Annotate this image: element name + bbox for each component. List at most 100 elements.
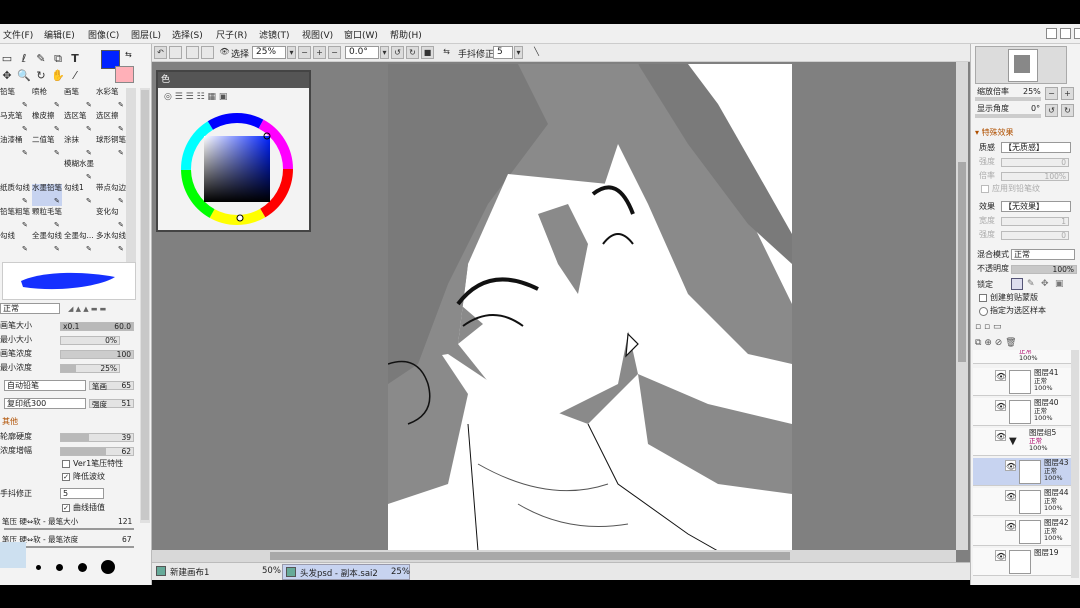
secondary-color-swatch[interactable] [115,66,134,83]
text-icon[interactable]: T [68,52,82,66]
drawing-canvas[interactable] [388,64,792,551]
color-mode-tabs[interactable]: ◎ ☰ ☰ ☷ ▦ ▣ [164,92,264,106]
ver1-checkbox[interactable] [62,460,70,468]
brush-slot[interactable]: 油漆桶 ✎ [0,136,30,158]
brush-slot[interactable]: 多水勾线 ✎ [96,232,126,254]
brush-slot[interactable]: 纸质勾线 ✎ [0,184,30,206]
merge-down-icon[interactable]: ⊕ [984,338,992,348]
clip-mask-checkbox[interactable] [979,294,987,302]
brush-slot[interactable]: 模糊水墨 ✎ [64,160,94,182]
zoom-out-button[interactable]: − [298,46,311,59]
close-button[interactable] [1074,28,1080,39]
eyedropper-icon[interactable]: ⁄ [68,69,82,83]
eye-icon[interactable]: 👁 [995,370,1006,381]
nav-rotate-right-button[interactable]: ↻ [1061,104,1074,117]
min-size-slider[interactable]: 0% [60,336,120,345]
nav-zoom-slider[interactable] [975,97,1041,101]
eye-icon[interactable]: 👁 [1005,460,1016,471]
eye-icon[interactable]: 👁 [1005,520,1016,531]
layer-row[interactable]: 👁 图层44 正常 100% [973,488,1074,516]
brush-size-dot-2[interactable] [56,564,63,571]
layer-row[interactable]: 👁 图层41 正常 100% [973,368,1074,396]
brush-slot[interactable]: 勾线1 ✎ [64,184,94,206]
eye-icon[interactable]: 👁 [995,430,1006,441]
layer-blend-select[interactable]: 正常 [1011,249,1075,260]
rotate-reset-icon[interactable]: ■ [421,46,434,59]
pressure-size-track[interactable] [4,528,134,530]
layer-row[interactable]: 👁 图层42 正常 100% [973,518,1074,546]
zoom-in-button[interactable]: + [313,46,326,59]
brush-slot[interactable]: 全墨勾线 ✎ [32,232,62,254]
restore-button[interactable] [1060,28,1071,39]
brush-size-dot-4[interactable] [101,560,115,574]
layer-row[interactable]: 👁 图层43 正常 100% [973,458,1074,486]
menu-item-4[interactable]: 选择(S) [172,28,203,41]
menu-item-8[interactable]: 窗口(W) [344,28,378,41]
left-panel-scrollbar[interactable] [140,88,150,523]
move-icon[interactable]: ✥ [0,69,14,83]
blend-mode-select[interactable]: 正常 [0,303,60,314]
brush-slot[interactable]: 颗粒毛笔 ✎ [32,208,62,230]
document-tab-1[interactable]: 新建画布1 50% [156,565,281,579]
menu-item-3[interactable]: 图层(L) [131,28,161,41]
flip-icon[interactable]: ⇆ [440,46,453,59]
new-layer-icon[interactable]: ▫ [975,322,981,332]
new-vector-layer-icon[interactable]: ▫ [984,322,990,332]
brush-slot[interactable]: 马克笔 ✎ [0,112,30,134]
brush-slot[interactable]: 勾线 ✎ [0,232,30,254]
layer-folder-row[interactable]: 👁 ▼ 图层组5 正常 100% [973,428,1074,456]
eye-icon[interactable]: 👁 [995,550,1006,561]
lock-all-icon[interactable]: ▣ [1055,279,1064,289]
undo-button[interactable]: ↶ [154,46,167,59]
layer-move-icon[interactable]: ⧉ [51,52,65,66]
brush-slot[interactable]: 铅笔 ✎ [0,88,30,110]
lock-move-icon[interactable]: ✥ [1041,279,1049,289]
document-tab-2[interactable]: 头发psd - 副本.sai2 25% [282,564,410,580]
zoom-icon[interactable]: 🔍 [17,69,31,83]
zoom-dropdown-button[interactable]: ▾ [287,46,296,59]
nav-angle-slider[interactable] [975,114,1041,118]
menu-item-5[interactable]: 尺子(R) [216,28,247,41]
brush-slot[interactable] [96,160,126,182]
curve-checkbox[interactable]: ✓ [62,504,70,512]
menu-item-1[interactable]: 编辑(E) [44,28,75,41]
rotate-icon[interactable]: ↻ [34,69,48,83]
stabilizer-dropdown-button[interactable]: ▾ [514,46,523,59]
layer-row[interactable]: 正常 100% [973,350,1074,364]
brush-texture-checkbox[interactable] [981,185,989,193]
angle-field[interactable]: 0.0° [345,46,379,59]
brush-slot[interactable]: 选区擦 ✎ [96,112,126,134]
tex-strength-slider[interactable]: 0 [1001,158,1069,167]
texture-select[interactable]: 【无质感】 [1001,142,1071,153]
canvas-horizontal-scrollbar[interactable] [152,550,956,562]
nav-zoom-in-button[interactable]: + [1061,87,1074,100]
eye-icon[interactable]: 👁 [218,46,231,59]
hand-icon[interactable]: ✋ [51,69,65,83]
deselect-button[interactable] [186,46,199,59]
brush-shape-select[interactable]: 自动铅笔 [4,380,86,391]
brush-slot[interactable]: 水彩笔 ✎ [96,88,126,110]
rotate-right-icon[interactable]: ↻ [406,46,419,59]
menu-item-9[interactable]: 帮助(H) [390,28,422,41]
brush-slot[interactable]: 橡皮擦 ✎ [32,112,62,134]
brush-slot[interactable] [64,208,94,230]
brush-slot[interactable]: 带点勾边 ✎ [96,184,126,206]
lock-transparency-icon[interactable] [1011,278,1023,290]
brush-size-dot-1[interactable] [36,565,41,570]
effect-width-slider[interactable]: 1 [1001,217,1069,226]
stabilizer-select[interactable]: 5 [60,488,104,499]
brush-texture-select[interactable]: 复印纸300 [4,398,86,409]
lasso-icon[interactable]: ℓ [17,52,31,66]
brush-slot[interactable]: 喷枪 ✎ [32,88,62,110]
selection-sample-radio[interactable] [979,307,988,316]
brush-slot[interactable]: 铅笔粗笔 ✎ [0,208,30,230]
clear-layer-icon[interactable]: ⊘ [995,338,1003,348]
nav-zoom-out-button[interactable]: − [1045,87,1058,100]
layer-row[interactable]: 👁 图层40 正常 100% [973,398,1074,426]
folder-icon[interactable]: ▭ [993,322,1002,332]
straight-line-icon[interactable]: ╲ [530,46,543,59]
brush-slot[interactable] [32,160,62,182]
magic-wand-icon[interactable]: ✎ [34,52,48,66]
menu-item-6[interactable]: 滤镜(T) [259,28,290,41]
invert-selection-button[interactable] [201,46,214,59]
